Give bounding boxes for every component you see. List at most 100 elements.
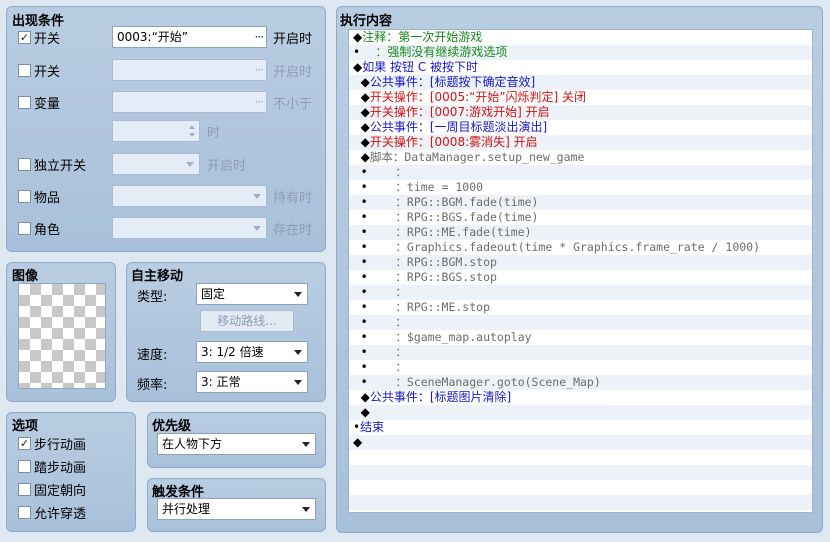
command-row[interactable]: ◆脚本：DataManager.setup_new_game	[349, 150, 812, 165]
option-through-label: 允许穿透	[34, 507, 87, 522]
command-text: ：Graphics.fadeout(time * Graphics.frame_…	[367, 240, 761, 254]
option-through-checkbox[interactable]	[18, 506, 31, 519]
actor-label: 角色	[34, 223, 61, 238]
command-text: ：RPG::ME.stop	[367, 300, 490, 314]
command-row[interactable]	[349, 465, 812, 480]
browse-icon: ···	[254, 30, 265, 44]
move-speed-value: 3: 1/2 倍速	[201, 345, 264, 359]
command-row[interactable]: • ：RPG::BGM.fade(time)	[349, 195, 812, 210]
event-command-list[interactable]: ◆注释：第一次开始游戏 • ：强制没有继续游戏选项 ◆如果 按钮 C 被按下时 ◆公…	[348, 29, 813, 513]
command-marker: •	[353, 285, 368, 299]
option-direction-fix-checkbox[interactable]	[18, 483, 31, 496]
option-direction-fix-label: 固定朝向	[34, 484, 87, 499]
command-row[interactable]: ◆开关操作：[0007:游戏开始] 开启	[349, 105, 812, 120]
command-marker: •	[353, 225, 368, 239]
command-row[interactable]: • ：强制没有继续游戏选项	[349, 45, 812, 60]
command-row[interactable]: • ：	[349, 285, 812, 300]
command-marker: •	[353, 300, 368, 314]
actor-dropdown[interactable]	[112, 217, 267, 239]
command-row[interactable]: • ：	[349, 165, 812, 180]
command-row[interactable]: • ：SceneManager.goto(Scene_Map)	[349, 375, 812, 390]
command-text: 开关操作：[0005:“开始”闪烁判定] 关闭	[369, 90, 587, 104]
command-row[interactable]: ◆	[349, 405, 812, 420]
command-marker: ◆	[353, 75, 370, 89]
actor-checkbox[interactable]	[18, 222, 31, 235]
options-title: 选项	[12, 419, 39, 434]
command-row[interactable]: • ：Graphics.fadeout(time * Graphics.fram…	[349, 240, 812, 255]
command-marker: ◆	[353, 120, 370, 134]
command-row[interactable]: • ：time = 1000	[349, 180, 812, 195]
chevron-down-icon	[186, 162, 194, 167]
option-step-anim-checkbox[interactable]	[18, 460, 31, 473]
variable-value-spinner[interactable]	[112, 120, 200, 142]
command-marker: •	[353, 240, 368, 254]
command-row[interactable]: ◆开关操作：[0005:“开始”闪烁判定] 关闭	[349, 90, 812, 105]
switch1-checkbox[interactable]: ✓	[18, 31, 31, 44]
command-text: 公共事件：[标题图片清除]	[369, 390, 512, 404]
command-row[interactable]: • ：	[349, 345, 812, 360]
variable-label: 变量	[34, 97, 61, 112]
variable-suffix: 不小于	[273, 97, 313, 112]
command-marker: •	[353, 195, 368, 209]
option-walk-anim-checkbox[interactable]: ✓	[18, 437, 31, 450]
command-marker: •	[353, 330, 368, 344]
variable-checkbox[interactable]	[18, 96, 31, 109]
command-row[interactable]: ◆开关操作：[0008:雾消失] 开启	[349, 135, 812, 150]
chevron-down-icon	[302, 507, 310, 512]
command-row[interactable]: •结束	[349, 420, 812, 435]
chevron-down-icon	[253, 226, 261, 231]
command-row[interactable]: • ：$game_map.autoplay	[349, 330, 812, 345]
command-text: ：time = 1000	[367, 180, 484, 194]
command-text: 如果 按钮 C 被按下时	[362, 60, 479, 74]
command-row[interactable]: ◆注释：第一次开始游戏	[349, 30, 812, 45]
command-row[interactable]: • ：	[349, 360, 812, 375]
switch1-field[interactable]: 0003:“开始” ···	[112, 26, 267, 48]
self-switch-checkbox[interactable]	[18, 158, 31, 171]
command-row[interactable]: • ：RPG::BGS.fade(time)	[349, 210, 812, 225]
command-text: ：$game_map.autoplay	[367, 330, 532, 344]
command-row[interactable]: ◆公共事件：[标题按下确定音效]	[349, 75, 812, 90]
spin-up-icon[interactable]	[189, 125, 195, 129]
command-row[interactable]: ◆	[349, 435, 812, 450]
conditions-title: 出现条件	[12, 14, 65, 29]
command-marker: ◆	[353, 150, 370, 164]
command-row[interactable]: • ：RPG::ME.fade(time)	[349, 225, 812, 240]
move-speed-label: 速度:	[137, 348, 168, 363]
command-marker: ◆	[353, 390, 370, 404]
trigger-dropdown[interactable]: 并行处理	[157, 498, 316, 520]
self-switch-dropdown[interactable]	[112, 153, 200, 175]
variable-spin-suffix: 时	[207, 126, 221, 141]
command-row[interactable]	[349, 495, 812, 510]
move-speed-dropdown[interactable]: 3: 1/2 倍速	[196, 341, 308, 363]
item-dropdown[interactable]	[112, 185, 267, 207]
command-text: ：RPG::BGM.fade(time)	[367, 195, 539, 209]
move-freq-dropdown[interactable]: 3: 正常	[196, 371, 308, 393]
command-row[interactable]: ◆公共事件：[一周目标题淡出演出]	[349, 120, 812, 135]
sprite-image-preview[interactable]	[18, 283, 106, 389]
command-marker: •	[353, 255, 368, 269]
chevron-down-icon	[294, 380, 302, 385]
priority-title: 优先级	[152, 419, 192, 434]
command-marker: ◆	[353, 135, 370, 149]
command-row[interactable]: • ：RPG::BGM.stop	[349, 255, 812, 270]
move-freq-value: 3: 正常	[201, 375, 241, 389]
command-row[interactable]: ◆公共事件：[标题图片清除]	[349, 390, 812, 405]
priority-dropdown[interactable]: 在人物下方	[157, 433, 316, 455]
command-marker: •	[353, 210, 368, 224]
item-label: 物品	[34, 191, 61, 206]
move-type-dropdown[interactable]: 固定	[196, 283, 308, 305]
command-row[interactable]: • ：RPG::BGS.stop	[349, 270, 812, 285]
move-route-button[interactable]: 移动路线...	[200, 310, 294, 332]
command-row[interactable]	[349, 450, 812, 465]
item-checkbox[interactable]	[18, 190, 31, 203]
switch2-checkbox[interactable]	[18, 64, 31, 77]
command-row[interactable]: • ：RPG::ME.stop	[349, 300, 812, 315]
chevron-down-icon	[294, 350, 302, 355]
spin-down-icon[interactable]	[189, 133, 195, 137]
chevron-down-icon	[302, 442, 310, 447]
switch2-field[interactable]: ···	[112, 59, 267, 81]
command-row[interactable]: ◆如果 按钮 C 被按下时	[349, 60, 812, 75]
command-row[interactable]: • ：	[349, 315, 812, 330]
command-row[interactable]	[349, 480, 812, 495]
variable-field[interactable]: ···	[112, 91, 267, 113]
